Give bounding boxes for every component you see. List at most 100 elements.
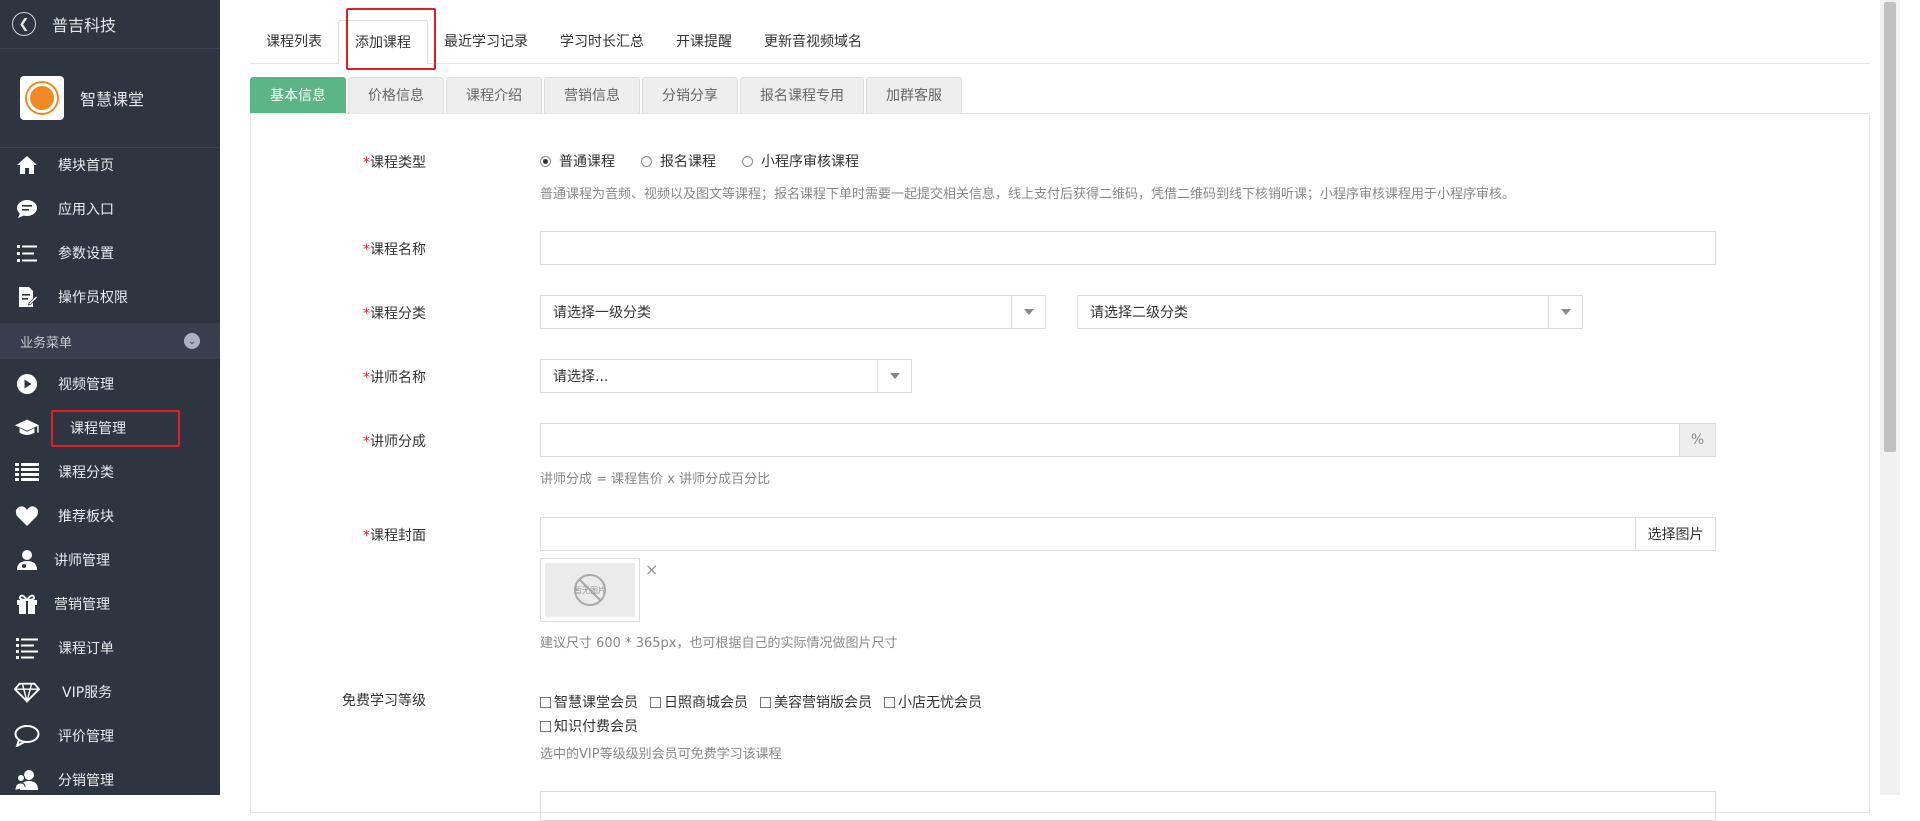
teacher-name-label: *讲师名称 xyxy=(363,370,426,386)
no-image-text: 暂无图片 xyxy=(574,585,606,595)
sidebar-item-label: 讲师管理 xyxy=(54,553,110,569)
subtab-signup-course[interactable]: 报名课程专用 xyxy=(740,77,864,113)
course-name-input[interactable] xyxy=(540,231,1716,265)
checkbox-small-shop-member[interactable]: 小店无忧会员 xyxy=(884,692,982,712)
subtab-group-service[interactable]: 加群客服 xyxy=(866,77,962,113)
sidebar-item-label: 参数设置 xyxy=(58,246,114,262)
section-label: 业务菜单 xyxy=(20,335,73,351)
sidebar-item-home[interactable]: 模块首页 xyxy=(0,143,220,187)
percent-addon: % xyxy=(1679,424,1715,456)
sidebar-item-label: 课程分类 xyxy=(58,465,114,481)
heart-icon xyxy=(14,503,40,529)
subtab-course-intro[interactable]: 课程介绍 xyxy=(446,77,542,113)
sidebar-item-recommend[interactable]: 推荐板块 xyxy=(0,494,220,538)
sidebar-item-reviews[interactable]: 评价管理 xyxy=(0,714,220,758)
subtab-marketing-info[interactable]: 营销信息 xyxy=(544,77,640,113)
teacher-icon xyxy=(14,547,40,573)
users-icon xyxy=(14,767,40,793)
cover-preview: 暂无图片 xyxy=(540,558,640,622)
sidebar-item-permissions[interactable]: 操作员权限 xyxy=(0,275,220,319)
free-level-label: 免费学习等级 xyxy=(342,693,426,709)
teacher-share-input[interactable]: % xyxy=(540,423,1716,457)
sidebar-item-label: 营销管理 xyxy=(54,597,110,613)
top-tabs: 课程列表 添加课程 最近学习记录 学习时长汇总 开课提醒 更新音视频域名 xyxy=(250,20,1870,64)
sidebar-item-teacher[interactable]: 讲师管理 xyxy=(0,538,220,582)
sidebar-item-label: 评价管理 xyxy=(58,729,114,745)
home-icon xyxy=(14,152,40,178)
checkbox-knowledge-paid-member[interactable]: 知识付费会员 xyxy=(540,716,638,736)
diamond-icon xyxy=(14,679,40,705)
free-level-checkboxes: 智慧课堂会员 日照商城会员 美容营销版会员 小店无忧会员 知识付费会员 xyxy=(540,692,1000,736)
chevron-down-icon xyxy=(1023,309,1034,315)
course-cover-input[interactable]: 选择图片 xyxy=(540,517,1716,551)
checkbox-rizhao-mall-member[interactable]: 日照商城会员 xyxy=(650,692,748,712)
comment-icon xyxy=(14,723,40,749)
page-scrollbar[interactable] xyxy=(1880,0,1900,795)
tab-recent-learning[interactable]: 最近学习记录 xyxy=(428,20,544,64)
main-content: 课程列表 添加课程 最近学习记录 学习时长汇总 开课提醒 更新音视频域名 基本信… xyxy=(220,0,1900,821)
chevron-down-icon xyxy=(1560,309,1571,315)
sidebar-item-entry[interactable]: 应用入口 xyxy=(0,187,220,231)
form-panel: *课程类型 普通课程 报名课程 小程序审核课程 普通课程为音频、视频以及图文等课… xyxy=(250,113,1870,821)
sidebar-item-orders[interactable]: 课程订单 xyxy=(0,626,220,670)
sidebar-item-label: 操作员权限 xyxy=(58,290,128,306)
chevron-down-icon: ⌄ xyxy=(184,333,200,349)
course-cover-label: *课程封面 xyxy=(363,528,426,544)
subtab-basic-info[interactable]: 基本信息 xyxy=(250,77,346,113)
chat-icon xyxy=(14,196,40,222)
tab-course-reminder[interactable]: 开课提醒 xyxy=(660,20,748,64)
sidebar-item-marketing[interactable]: 营销管理 xyxy=(0,582,220,626)
tab-learning-duration[interactable]: 学习时长汇总 xyxy=(544,20,660,64)
course-category-label: *课程分类 xyxy=(363,306,426,322)
category-second-placeholder: 请选择二级分类 xyxy=(1090,305,1188,321)
sub-tabs: 基本信息 价格信息 课程介绍 营销信息 分销分享 报名课程专用 加群客服 xyxy=(250,77,964,113)
teacher-share-label: *讲师分成 xyxy=(363,434,426,450)
radio-signup-course[interactable]: 报名课程 xyxy=(641,151,716,171)
sidebar-item-course-category[interactable]: 课程分类 xyxy=(0,450,220,494)
subtab-price-info[interactable]: 价格信息 xyxy=(348,77,444,113)
order-list-icon xyxy=(14,635,40,661)
tab-course-list[interactable]: 课程列表 xyxy=(250,20,338,64)
tab-update-media-domain[interactable]: 更新音视频域名 xyxy=(748,20,878,64)
sidebar-item-label: 应用入口 xyxy=(58,202,114,218)
sidebar-item-label: 视频管理 xyxy=(58,377,114,393)
choose-image-button[interactable]: 选择图片 xyxy=(1635,518,1715,550)
close-icon[interactable]: × xyxy=(645,560,658,579)
radio-normal-course[interactable]: 普通课程 xyxy=(540,151,615,171)
teacher-placeholder: 请选择... xyxy=(553,369,609,385)
sidebar-item-label: 模块首页 xyxy=(58,158,114,174)
sidebar-item-vip[interactable]: VIP服务 xyxy=(0,670,220,714)
no-image-placeholder: 暂无图片 xyxy=(545,563,635,617)
sidebar-item-label: 推荐板块 xyxy=(58,509,114,525)
edit-doc-icon xyxy=(14,284,40,310)
sidebar-section-business[interactable]: 业务菜单 ⌄ xyxy=(0,323,220,359)
highlight-box xyxy=(346,8,436,70)
back-icon[interactable]: ❮ xyxy=(12,12,36,36)
highlight-box xyxy=(51,410,180,447)
module-header: 智慧课堂 xyxy=(0,48,220,148)
subtab-distribution-share[interactable]: 分销分享 xyxy=(642,77,738,113)
checkbox-beauty-marketing-member[interactable]: 美容营销版会员 xyxy=(760,692,872,712)
sidebar-item-label: 分销管理 xyxy=(58,773,114,789)
radio-miniprogram-review-course[interactable]: 小程序审核课程 xyxy=(742,151,859,171)
play-icon xyxy=(14,371,40,397)
scrollbar-thumb[interactable] xyxy=(1884,2,1896,452)
category-second-select[interactable]: 请选择二级分类 xyxy=(1077,295,1583,329)
course-type-label: *课程类型 xyxy=(363,155,426,171)
sidebar-item-label: 课程订单 xyxy=(58,641,114,657)
module-logo xyxy=(20,76,64,120)
teacher-select[interactable]: 请选择... xyxy=(540,359,912,393)
module-name: 智慧课堂 xyxy=(80,90,145,109)
course-name-label: *课程名称 xyxy=(363,242,426,258)
category-first-select[interactable]: 请选择一级分类 xyxy=(540,295,1046,329)
checkbox-smart-class-member[interactable]: 智慧课堂会员 xyxy=(540,692,638,712)
next-field-input[interactable] xyxy=(540,791,1716,821)
sidebar-item-distribution[interactable]: 分销管理 xyxy=(0,758,220,802)
sidebar-item-video[interactable]: 视频管理 xyxy=(0,362,220,406)
list-settings-icon xyxy=(14,240,40,266)
sidebar-item-settings[interactable]: 参数设置 xyxy=(0,231,220,275)
sidebar-item-label: VIP服务 xyxy=(62,685,113,701)
graduation-cap-icon xyxy=(14,415,40,441)
sidebar: ❮ 普吉科技 智慧课堂 模块首页 应用入口 参数设置 操作员权限 业务菜单 ⌄ xyxy=(0,0,220,795)
sidebar-header: ❮ 普吉科技 xyxy=(0,0,220,48)
